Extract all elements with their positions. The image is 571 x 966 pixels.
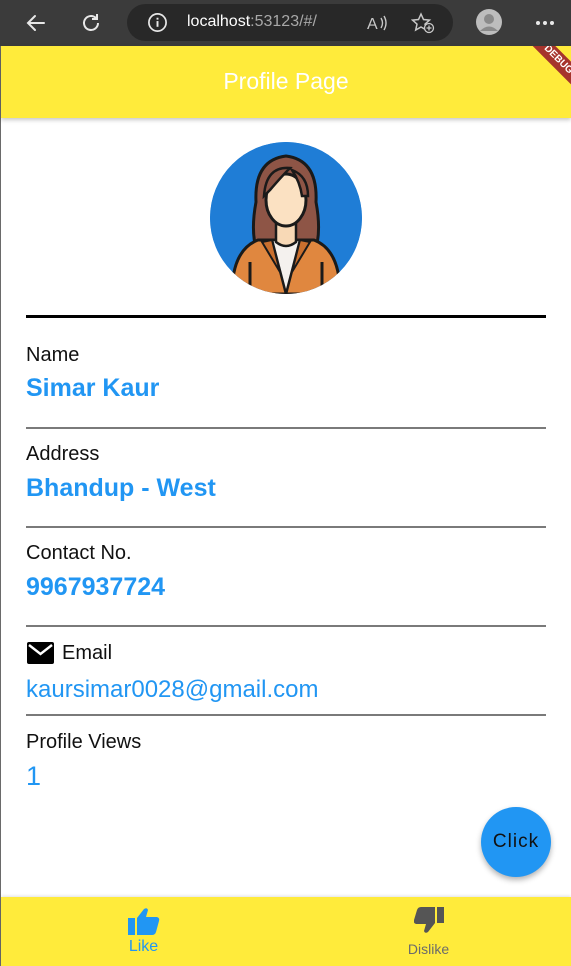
email-label: Email xyxy=(62,642,113,664)
address-value: Bhandup - West xyxy=(26,474,216,502)
browser-toolbar: localhost:53123/#/ A xyxy=(0,0,571,46)
thumb-up-icon xyxy=(127,907,160,940)
more-menu-button[interactable] xyxy=(530,8,560,38)
nav-item-like[interactable]: Like xyxy=(1,897,286,966)
woman-avatar-icon xyxy=(210,142,362,294)
browser-profile-button[interactable] xyxy=(474,7,504,37)
contact-value: 9967937724 xyxy=(26,573,166,601)
more-dots-icon xyxy=(536,21,554,25)
refresh-button[interactable] xyxy=(76,8,106,38)
name-label: Name xyxy=(26,344,80,366)
site-info-icon[interactable] xyxy=(147,12,168,38)
refresh-icon xyxy=(83,14,99,31)
nav-label-like: Like xyxy=(128,938,159,955)
click-fab-button[interactable]: Click xyxy=(481,807,551,877)
profile-avatar xyxy=(210,142,362,294)
svg-text:A: A xyxy=(367,16,378,33)
window-edge xyxy=(0,46,1,966)
back-button[interactable] xyxy=(21,8,51,38)
field-divider xyxy=(26,427,546,429)
nav-item-dislike[interactable]: Dislike xyxy=(286,897,571,966)
field-divider xyxy=(26,625,546,627)
url-text: localhost:53123/#/ xyxy=(187,13,317,30)
back-arrow-icon xyxy=(26,15,45,31)
thumb-down-icon xyxy=(413,907,444,939)
email-value: kaursimar0028@gmail.com xyxy=(26,676,319,703)
address-bar[interactable]: localhost:53123/#/ A xyxy=(127,4,453,41)
field-divider xyxy=(26,714,546,716)
add-favorite-icon[interactable] xyxy=(410,12,435,39)
app-bar: Profile Page xyxy=(1,46,571,118)
profile-views-value: 1 xyxy=(26,761,42,791)
debug-banner-wrap: DEBUG xyxy=(491,46,571,118)
debug-banner: DEBUG xyxy=(520,46,571,98)
mail-icon xyxy=(27,642,54,669)
page-title: Profile Page xyxy=(223,68,349,94)
contact-label: Contact No. xyxy=(26,542,132,564)
bottom-navigation: Like Dislike xyxy=(1,897,571,966)
field-divider xyxy=(26,526,546,528)
header-divider xyxy=(26,315,546,318)
address-label: Address xyxy=(26,443,100,465)
name-value: Simar Kaur xyxy=(26,374,160,402)
user-icon xyxy=(476,9,502,35)
read-aloud-icon[interactable]: A xyxy=(367,13,389,38)
profile-views-label: Profile Views xyxy=(26,731,142,753)
nav-label-dislike: Dislike xyxy=(407,941,450,957)
